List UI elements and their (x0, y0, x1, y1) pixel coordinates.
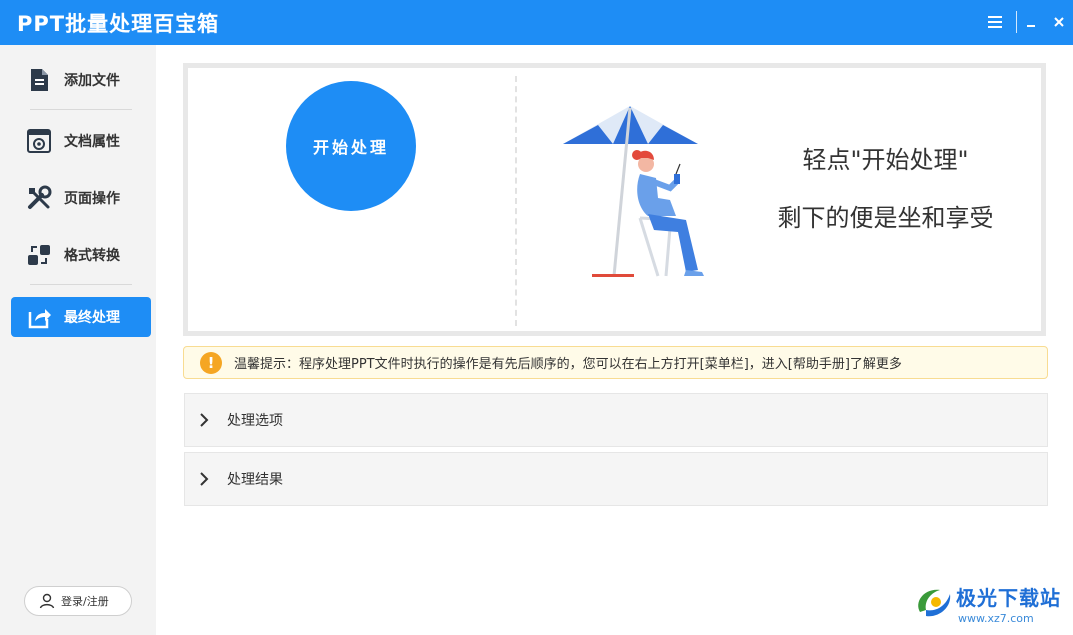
watermark: 极光下载站 www.xz7.com (912, 580, 1072, 630)
app-title: PPT批量处理百宝箱 (17, 12, 220, 36)
chevron-right-icon (197, 411, 211, 429)
sidebar-item-format-conversion[interactable]: 格式转换 (11, 235, 151, 275)
login-register-button[interactable]: 登录/注册 (24, 586, 132, 616)
woman-under-umbrella-illustration (563, 106, 704, 277)
section-label: 处理结果 (227, 472, 283, 488)
sidebar-item-page-operations[interactable]: 页面操作 (11, 178, 151, 218)
section-label: 处理选项 (227, 413, 283, 429)
user-icon (39, 593, 55, 609)
watermark-logo-icon (918, 589, 951, 617)
title-separator (1016, 11, 1017, 33)
processing-results-section[interactable]: 处理结果 (184, 452, 1048, 506)
sidebar-item-label: 添加文件 (64, 73, 120, 89)
hero-line-1: 轻点"开始处理" (802, 146, 969, 174)
tip-text: 温馨提示：程序处理PPT文件时执行的操作是有先后顺序的，您可以在右上方打开[菜单… (234, 357, 902, 372)
document-settings-icon (26, 128, 52, 154)
sidebar-item-label: 最终处理 (64, 310, 120, 326)
sidebar-item-final-processing[interactable]: 最终处理 (11, 297, 151, 337)
document-icon (26, 67, 52, 93)
login-register-label: 登录/注册 (61, 595, 109, 608)
hero-line-2: 剩下的便是坐和享受 (777, 204, 994, 232)
tip-bar: ! 温馨提示：程序处理PPT文件时执行的操作是有先后顺序的，您可以在右上方打开[… (183, 346, 1048, 379)
convert-icon (26, 242, 52, 268)
title-bar: PPT批量处理百宝箱 (0, 0, 1073, 45)
sidebar-item-add-file[interactable]: 添加文件 (11, 60, 151, 100)
watermark-url: www.xz7.com (958, 612, 1034, 625)
start-processing-button[interactable]: 开始处理 (286, 81, 416, 211)
share-icon (26, 304, 52, 330)
sidebar-item-doc-properties[interactable]: 文档属性 (11, 121, 151, 161)
minimize-icon[interactable] (1020, 10, 1042, 34)
sidebar-divider (30, 109, 132, 110)
processing-options-section[interactable]: 处理选项 (184, 393, 1048, 447)
warning-icon: ! (200, 351, 222, 374)
close-icon[interactable] (1048, 10, 1070, 34)
sidebar-divider (30, 284, 132, 285)
sidebar-item-label: 文档属性 (64, 134, 120, 150)
hamburger-menu-icon[interactable] (984, 10, 1006, 34)
watermark-text: 极光下载站 (956, 586, 1061, 610)
sidebar-item-label: 页面操作 (64, 191, 120, 207)
sidebar-item-label: 格式转换 (64, 248, 120, 264)
tools-icon (26, 185, 52, 211)
panel-divider (515, 76, 517, 326)
start-panel: 开始处理 轻点"开始处理" 剩下的便是坐和享受 (183, 63, 1046, 336)
chevron-right-icon (197, 470, 211, 488)
